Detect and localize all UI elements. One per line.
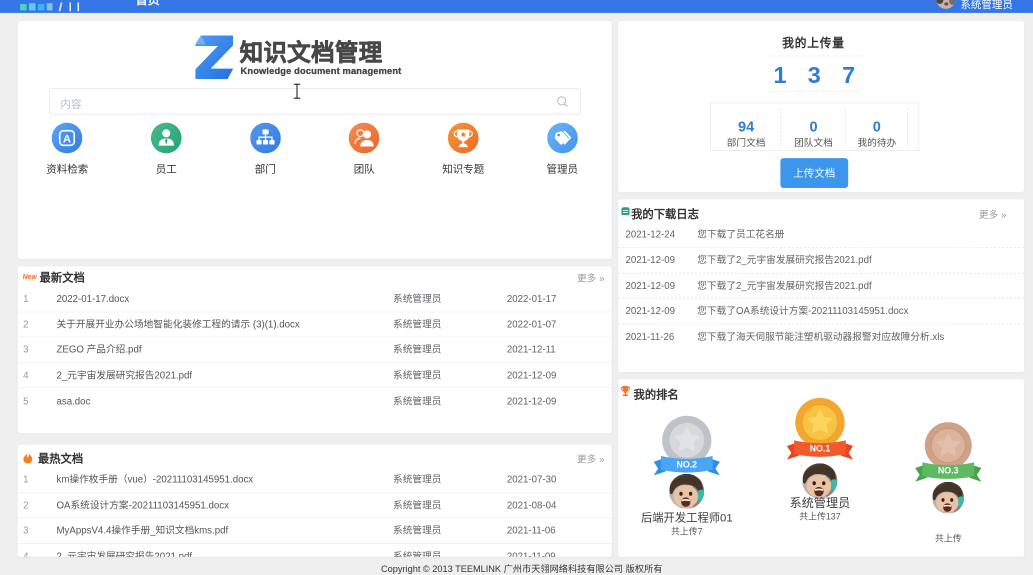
svg-text:NO.2: NO.2: [676, 460, 697, 470]
svg-text:NO.1: NO.1: [810, 444, 831, 454]
svg-text:NO.3: NO.3: [938, 465, 959, 475]
svg-text:A: A: [63, 133, 71, 145]
